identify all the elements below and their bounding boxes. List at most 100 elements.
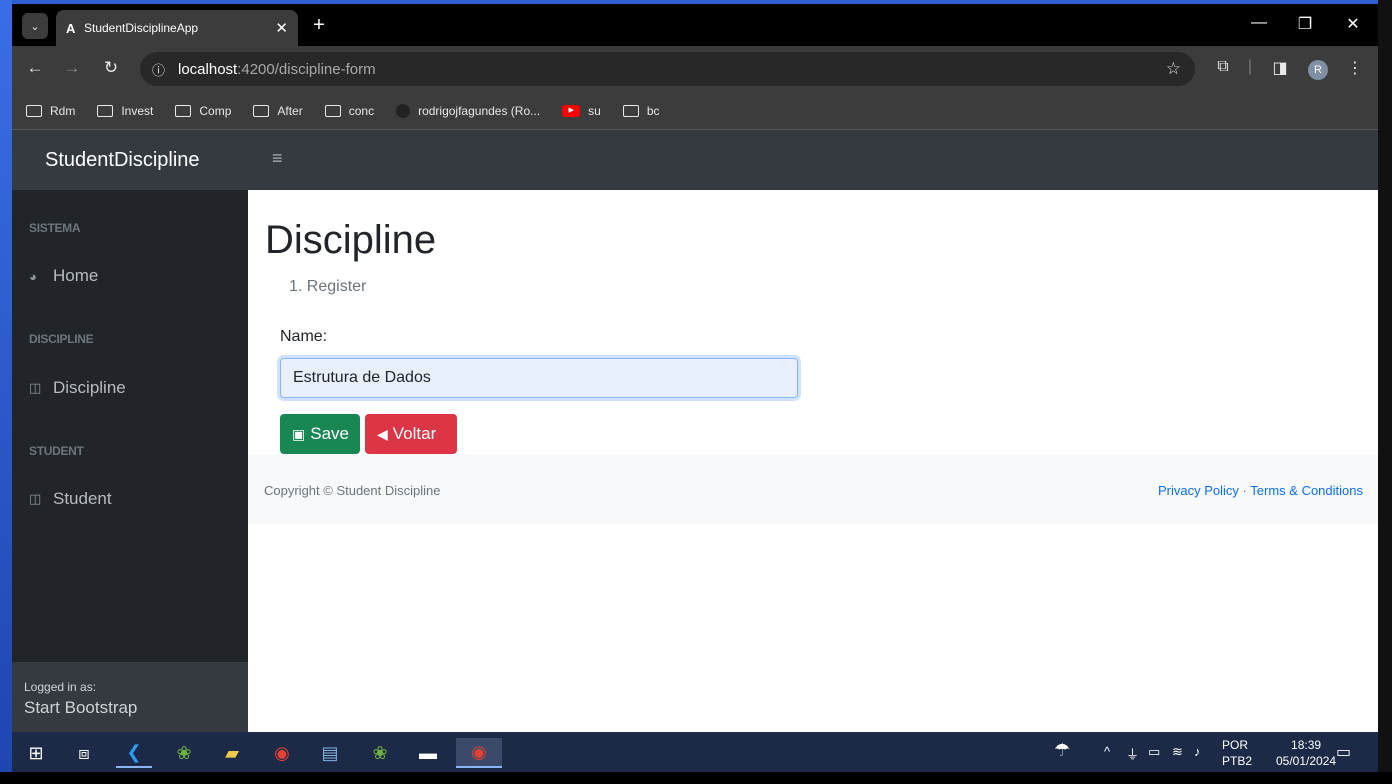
wifi-icon[interactable]: ≋ xyxy=(1172,744,1183,760)
bookmark-folder[interactable]: bc xyxy=(622,103,660,118)
bookmark-folder[interactable]: Invest xyxy=(97,104,153,118)
bookmark-folder[interactable]: After xyxy=(253,104,303,118)
sidebar-item-label: Home xyxy=(53,266,99,285)
desktop-edge xyxy=(1378,0,1392,784)
folder-icon xyxy=(324,104,341,117)
toolbar-divider: | xyxy=(1247,58,1253,75)
save-button[interactable]: ▣ Save xyxy=(280,414,360,454)
tab-search-button[interactable]: ⌄ xyxy=(22,13,48,39)
angular-favicon-icon: A xyxy=(66,20,76,36)
sidebar-heading-sistema: SISTEMA xyxy=(29,221,81,235)
folder-icon xyxy=(175,104,192,117)
page-footer: Copyright © Student Discipline Privacy P… xyxy=(248,454,1378,524)
main-content: Discipline 1. Register Name: ▣Save ◀Volt… xyxy=(248,190,1378,732)
minimize-icon[interactable]: — xyxy=(1244,14,1274,32)
table-icon: ◫ xyxy=(29,491,42,506)
name-label: Name: xyxy=(280,328,328,345)
sidebar-item-label: Discipline xyxy=(53,378,126,397)
extensions-icon[interactable]: ⧉ xyxy=(1211,58,1235,76)
tab-bar: ⌄ A StudentDisciplineApp ✕ + — ❐ ✕ xyxy=(12,4,1378,46)
profile-avatar[interactable]: R xyxy=(1308,60,1328,80)
sidebar-toggle-icon[interactable]: ≡ xyxy=(272,148,283,169)
system-clock[interactable]: 18:39 05/01/2024 xyxy=(1276,737,1336,769)
app-topnav: StudentDiscipline ≡ xyxy=(12,130,1378,190)
close-tab-icon[interactable]: ✕ xyxy=(275,19,288,37)
youtube-icon: ▶ xyxy=(562,104,581,117)
url-path: :4200/discipline-form xyxy=(237,60,376,78)
language-indicator[interactable]: POR PTB2 xyxy=(1222,737,1252,769)
chrome-icon[interactable]: ◉ xyxy=(264,738,300,768)
back-button-label: Voltar xyxy=(392,424,437,443)
sidebar-item-home[interactable]: ◕ Home xyxy=(29,266,98,286)
notification-icon[interactable]: ▭ xyxy=(1336,742,1351,762)
usb-icon[interactable]: ⏚ xyxy=(1126,744,1139,763)
sidebar-heading-discipline: DISCIPLINE xyxy=(29,332,94,346)
file-explorer-icon[interactable]: ▰ xyxy=(214,738,250,768)
terminal-icon[interactable]: ▬ xyxy=(410,738,446,768)
site-info-icon[interactable]: ⓘ xyxy=(152,60,178,79)
app-brand[interactable]: StudentDiscipline xyxy=(12,130,248,190)
logged-in-user: Start Bootstrap xyxy=(24,698,138,717)
bookmark-label: Comp xyxy=(199,103,232,118)
back-arrow-icon[interactable]: ← xyxy=(23,58,47,78)
sidebar-heading-student: STUDENT xyxy=(29,444,84,458)
bookmark-github[interactable]: rodrigojfagundes (Ro... xyxy=(396,103,541,118)
vscode-icon[interactable]: ❮ xyxy=(116,738,152,768)
close-window-icon[interactable]: ✕ xyxy=(1338,14,1368,34)
chevron-up-icon[interactable]: ^ xyxy=(1104,744,1110,759)
privacy-policy-link[interactable]: Privacy Policy xyxy=(1158,483,1239,498)
bookmark-label: su xyxy=(588,103,601,118)
folder-icon xyxy=(253,104,270,117)
bookmark-label: Invest xyxy=(121,103,154,118)
forward-arrow-icon[interactable]: → xyxy=(60,58,84,78)
new-tab-button[interactable]: + xyxy=(308,14,330,37)
sidebar-item-label: Student xyxy=(53,489,112,508)
folder-icon xyxy=(97,104,114,117)
spring-tool-icon[interactable]: ❀ xyxy=(362,738,398,768)
page-title: Discipline xyxy=(265,218,437,262)
terms-link[interactable]: Terms & Conditions xyxy=(1250,483,1363,498)
chevron-down-icon: ⌄ xyxy=(30,20,40,33)
bookmark-folder[interactable]: conc xyxy=(324,103,375,118)
notepad-icon[interactable]: ▤ xyxy=(312,738,348,768)
logged-in-label: Logged in as: xyxy=(24,680,97,694)
address-bar[interactable]: ⓘ localhost:4200/discipline-form ☆ xyxy=(140,52,1195,86)
clock-date: 05/01/2024 xyxy=(1276,754,1337,768)
back-button[interactable]: ◀ Voltar xyxy=(365,414,457,454)
task-view-icon[interactable]: ⧈ xyxy=(66,738,102,768)
keyboard-layout: PTB2 xyxy=(1222,754,1253,768)
menu-kebab-icon[interactable]: ⋮ xyxy=(1343,58,1367,78)
weather-umbrella-icon[interactable]: ☂ xyxy=(1054,740,1070,761)
bookmark-label: Rdm xyxy=(50,103,76,118)
sidebar-footer: Logged in as: Start Bootstrap xyxy=(12,662,248,732)
breadcrumb: 1. Register xyxy=(289,278,367,295)
app-sidebar: SISTEMA ◕ Home DISCIPLINE ◫ Discipline STU… xyxy=(12,190,248,732)
bookmark-label: bc xyxy=(646,103,660,118)
bookmark-star-icon[interactable]: ☆ xyxy=(1166,59,1181,79)
spring-tool-icon[interactable]: ❀ xyxy=(166,738,202,768)
footer-links: Privacy Policy · Terms & Conditions xyxy=(1158,483,1363,498)
bookmark-folder[interactable]: Comp xyxy=(175,104,231,118)
battery-icon[interactable]: ▭ xyxy=(1148,744,1160,760)
reload-icon[interactable]: ↻ xyxy=(99,58,123,78)
folder-icon xyxy=(622,104,639,117)
clock-time: 18:39 xyxy=(1291,738,1322,752)
bookmark-label: rodrigojfagundes (Ro... xyxy=(418,103,541,118)
chrome-active-icon[interactable]: ◉ xyxy=(456,738,502,768)
sidebar-item-student[interactable]: ◫ Student xyxy=(29,489,112,509)
sidebar-item-discipline[interactable]: ◫ Discipline xyxy=(29,378,126,398)
bookmark-folder[interactable]: Rdm xyxy=(26,104,75,118)
restore-icon[interactable]: ❐ xyxy=(1290,14,1320,34)
browser-tab[interactable]: A StudentDisciplineApp ✕ xyxy=(56,10,298,46)
bookmark-label: conc xyxy=(348,103,375,118)
language-code: POR xyxy=(1222,738,1249,752)
name-input[interactable] xyxy=(280,358,798,398)
floppy-disk-icon: ▣ xyxy=(292,425,306,442)
windows-start-icon[interactable]: ⊞ xyxy=(18,738,54,768)
arrow-left-circle-icon: ◀ xyxy=(377,425,388,442)
desktop-background xyxy=(0,0,12,784)
windows-taskbar: ⊞ ⧈ ❮ ❀ ▰ ◉ ▤ ❀ ▬ ◉ ☂ ^ ⏚ ▭ ≋ ♪ POR PTB2… xyxy=(12,732,1378,772)
side-panel-icon[interactable]: ◨ xyxy=(1268,58,1292,78)
volume-icon[interactable]: ♪ xyxy=(1194,744,1201,759)
bookmark-youtube[interactable]: ▶ su xyxy=(562,104,601,118)
